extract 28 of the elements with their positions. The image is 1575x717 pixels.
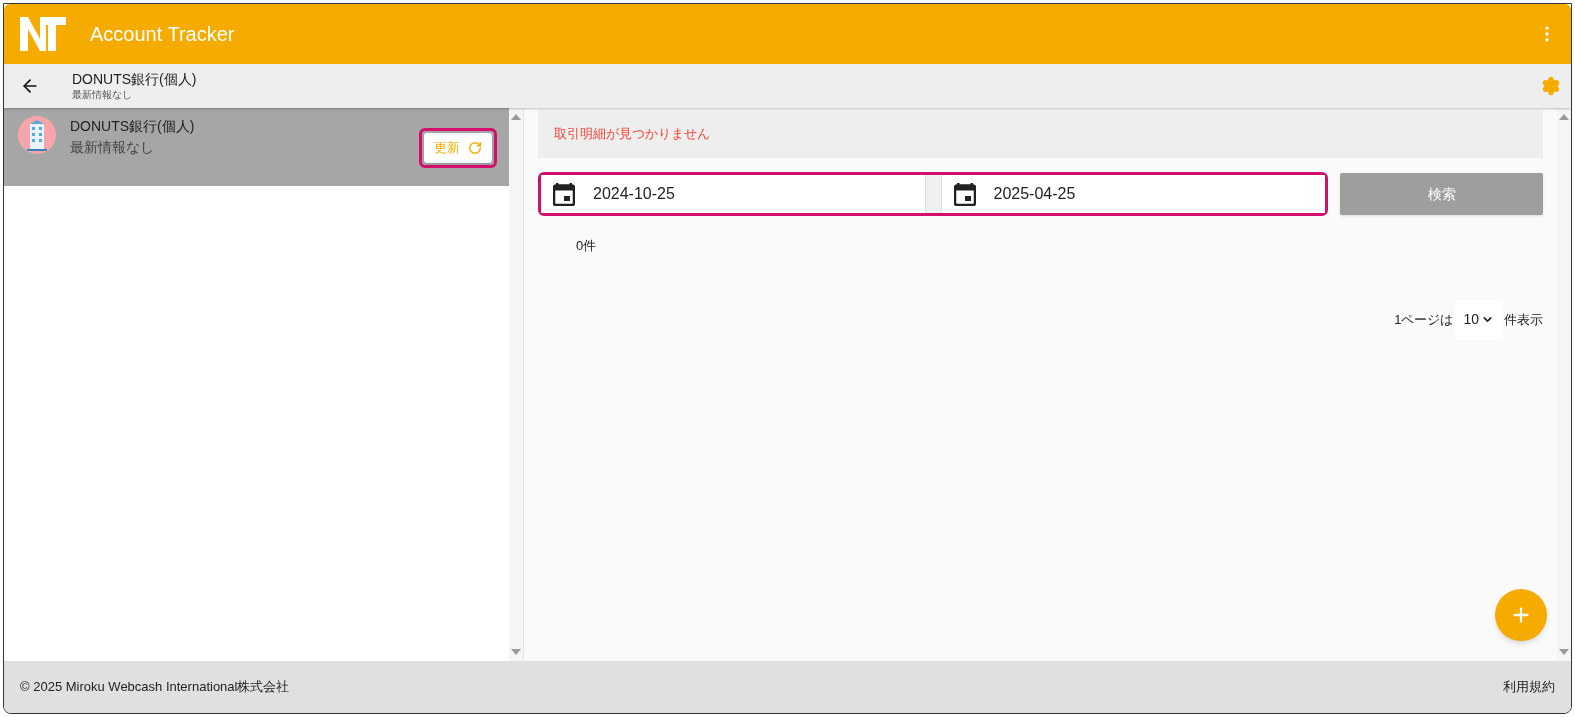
page-size-select[interactable]: 10 bbox=[1455, 299, 1502, 340]
account-subtitle: 最新情報なし bbox=[72, 88, 133, 101]
logo-icon bbox=[20, 17, 66, 51]
scroll-up-arrow-icon[interactable] bbox=[511, 114, 521, 120]
account-name: DONUTS銀行(個人) bbox=[70, 118, 195, 136]
start-date-field[interactable]: 2024-10-25 bbox=[541, 175, 926, 213]
start-date-value: 2024-10-25 bbox=[593, 184, 675, 204]
calendar-icon bbox=[953, 182, 976, 206]
add-button[interactable] bbox=[1495, 589, 1547, 641]
error-message: 取引明細が見つかりません bbox=[554, 125, 710, 144]
refresh-icon bbox=[468, 141, 482, 155]
copyright-text: © 2025 Miroku Webcash International株式会社 bbox=[20, 678, 290, 697]
account-title: DONUTS銀行(個人) bbox=[72, 71, 197, 89]
scroll-down-arrow-icon[interactable] bbox=[511, 649, 521, 655]
settings-icon[interactable] bbox=[1541, 76, 1561, 96]
account-list-item[interactable]: DONUTS銀行(個人) 最新情報なし 更新 bbox=[4, 108, 509, 186]
result-count: 0件 bbox=[576, 237, 597, 255]
scroll-up-arrow-icon[interactable] bbox=[1559, 114, 1569, 120]
building-icon bbox=[18, 116, 56, 154]
calendar-icon bbox=[553, 182, 575, 206]
scroll-down-arrow-icon[interactable] bbox=[1559, 649, 1569, 655]
end-date-field[interactable]: 2025-04-25 bbox=[941, 175, 1325, 213]
end-date-value: 2025-04-25 bbox=[993, 184, 1076, 204]
page-size-prefix: 1ページは bbox=[1394, 310, 1454, 329]
app-title: Account Tracker bbox=[90, 22, 235, 47]
page-size-suffix: 件表示 bbox=[1504, 310, 1543, 329]
account-status: 最新情報なし bbox=[70, 138, 155, 156]
terms-link[interactable]: 利用規約 bbox=[1503, 677, 1555, 697]
